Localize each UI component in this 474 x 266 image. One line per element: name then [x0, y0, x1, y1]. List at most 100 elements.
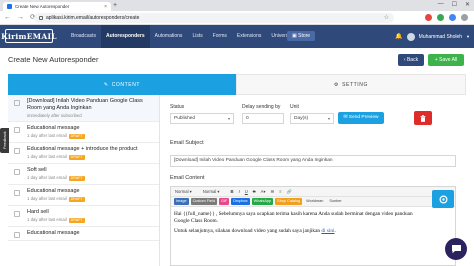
chat-widget-button[interactable] [445, 238, 467, 260]
main-nav: Broadcasts Autoresponders Automations Li… [66, 25, 298, 48]
tab-content[interactable]: ✎ CONTENT [8, 74, 236, 95]
extension-icon[interactable] [437, 14, 444, 21]
unit-select[interactable]: Day(s) ▾ [290, 113, 334, 124]
close-tab-icon[interactable]: × [104, 4, 107, 10]
nav-broadcasts[interactable]: Broadcasts [66, 25, 101, 48]
bookmark-star-icon[interactable]: ☆ [384, 14, 389, 21]
email-editor[interactable]: Normal ▾ Normal ▾ B I U S A▾ ☰ ≡ 🔗 Image… [170, 186, 456, 266]
browser-tab[interactable]: Create New Autoresponder × [3, 2, 111, 11]
close-window-icon[interactable]: ✕ [465, 1, 470, 8]
delete-button[interactable] [414, 111, 432, 125]
chevron-down-icon[interactable]: ▼ [466, 34, 470, 39]
text-color-icon[interactable]: A▾ [261, 189, 266, 194]
underline-button[interactable]: U [245, 189, 248, 194]
link-icon[interactable]: 🔗 [287, 189, 292, 195]
bold-button[interactable]: B [231, 189, 234, 194]
status-select[interactable]: Published ▾ [170, 113, 234, 124]
store-label: Store [298, 33, 311, 39]
strike-button[interactable]: S [253, 189, 256, 194]
list-item[interactable]: Hard sell 1 day after last email DRAFT [8, 206, 159, 227]
list-icon[interactable]: ☰ [270, 189, 274, 194]
message-title: Educational message [27, 230, 80, 236]
list-item[interactable]: Educational message + introduce the prod… [8, 143, 159, 164]
list-item[interactable]: Soft sell 1 day after last email DRAFT [8, 164, 159, 185]
nav-extensions[interactable]: Extensions [232, 25, 266, 48]
sunber-button[interactable]: Sunber [327, 198, 343, 205]
size-value: Normal [202, 189, 217, 194]
unit-label: Unit [290, 104, 299, 110]
drag-handle-icon[interactable] [14, 148, 20, 154]
message-title: Soft sell [27, 167, 47, 173]
drag-handle-icon[interactable] [14, 232, 20, 238]
list-item[interactable]: Educational message 1 day after last ema… [8, 122, 159, 143]
drag-handle-icon[interactable] [14, 169, 20, 175]
message-schedule: 1 day after last email [27, 133, 67, 138]
list-item[interactable]: Educational message [8, 227, 159, 241]
nav-lists[interactable]: Lists [187, 25, 207, 48]
list-item[interactable]: Educational message 1 day after last ema… [8, 185, 159, 206]
message-meta: 1 day after last email DRAFT [27, 154, 154, 160]
send-preview-button[interactable]: ✉ Send Preview [338, 112, 384, 124]
maximize-icon[interactable]: ☐ [452, 1, 457, 8]
unit-value: Day(s) [294, 116, 309, 121]
extension-icon[interactable] [449, 14, 456, 21]
address-bar[interactable]: aplikasi.kirim.email/autoresponders/crea… [34, 13, 394, 23]
dropbox-button[interactable]: Dropbox [231, 198, 250, 205]
back-arrow-icon[interactable]: ← [4, 14, 11, 22]
tab-setting[interactable]: ⚙ SETTING [236, 74, 466, 95]
user-menu[interactable]: 🔔 Muhammad Sholeh ▼ [395, 25, 470, 48]
draft-badge: DRAFT [68, 197, 85, 202]
editor-paragraph: Hai {{full_name}} , Sebelumnya saya ucap… [174, 211, 413, 224]
italic-button[interactable]: I [239, 189, 240, 194]
avatar[interactable] [406, 32, 415, 41]
store-button[interactable]: ▣ Store [287, 31, 316, 41]
favicon-icon [7, 4, 12, 9]
username[interactable]: Muhammad Sholeh [419, 34, 462, 40]
drag-handle-icon[interactable] [14, 190, 20, 196]
list-item[interactable]: [Download] Inilah Video Panduan Google C… [8, 95, 159, 122]
editor-paragraph: Untuk selanjutnya, silakan download vide… [174, 228, 428, 235]
add-block-button[interactable] [432, 190, 454, 208]
settings-icon [438, 194, 448, 204]
gif-button[interactable]: GIF [218, 198, 230, 205]
message-title: [Download] Inilah Video Panduan Google C… [27, 98, 143, 111]
bell-icon[interactable]: 🔔 [395, 33, 402, 40]
extension-icon[interactable] [425, 14, 432, 21]
lock-icon [39, 16, 43, 20]
whatsapp-button[interactable]: WhatsApp [251, 198, 274, 205]
download-link[interactable]: di sini [321, 228, 334, 234]
extension-icons [425, 14, 468, 21]
message-meta: 1 day after last email DRAFT [27, 217, 154, 223]
nav-automations[interactable]: Automations [150, 25, 188, 48]
paragraph-end: . [334, 228, 336, 234]
editor-body[interactable]: Hai {{full_name}} , Sebelumnya saya ucap… [174, 211, 428, 239]
tab-content-label: CONTENT [111, 81, 141, 88]
drag-handle-icon[interactable] [14, 100, 20, 106]
insert-image-button[interactable]: Image [174, 198, 189, 205]
feedback-tab[interactable]: Feedback [0, 128, 9, 153]
drag-handle-icon[interactable] [14, 127, 20, 133]
save-all-button[interactable]: + Save All [428, 54, 464, 66]
custom-field-button[interactable]: Custom Field [190, 198, 217, 205]
back-button[interactable]: ‹ Back [398, 54, 424, 66]
profile-icon[interactable] [461, 14, 468, 21]
delay-input[interactable]: 0 [242, 113, 284, 124]
subject-input[interactable]: [Download] Inilah Video Panduan Google C… [170, 155, 456, 167]
nav-autoresponders[interactable]: Autoresponders [101, 25, 150, 48]
format-select[interactable]: Normal ▾ [175, 189, 198, 194]
editor-insert-toolbar: Image Custom Field GIF Dropbox WhatsApp … [171, 197, 455, 207]
forward-arrow-icon[interactable]: → [17, 14, 24, 22]
chevron-down-icon: ▾ [327, 116, 330, 121]
align-icon[interactable]: ≡ [279, 189, 281, 194]
size-select[interactable]: Normal ▾ [203, 189, 226, 194]
nav-forms[interactable]: Forms [208, 25, 232, 48]
minimize-icon[interactable]: — [438, 1, 444, 8]
drag-handle-icon[interactable] [14, 211, 20, 217]
new-tab-button[interactable]: + [113, 2, 117, 10]
workbean-button[interactable]: Workbean [304, 198, 325, 205]
gear-icon: ⚙ [334, 81, 340, 88]
kirim-email-logo[interactable]: KirimEMAIL [1, 29, 57, 43]
tab-setting-label: SETTING [342, 81, 368, 88]
shop-catalog-button[interactable]: Shop Catalog [275, 198, 303, 205]
draft-badge: DRAFT [68, 155, 85, 160]
